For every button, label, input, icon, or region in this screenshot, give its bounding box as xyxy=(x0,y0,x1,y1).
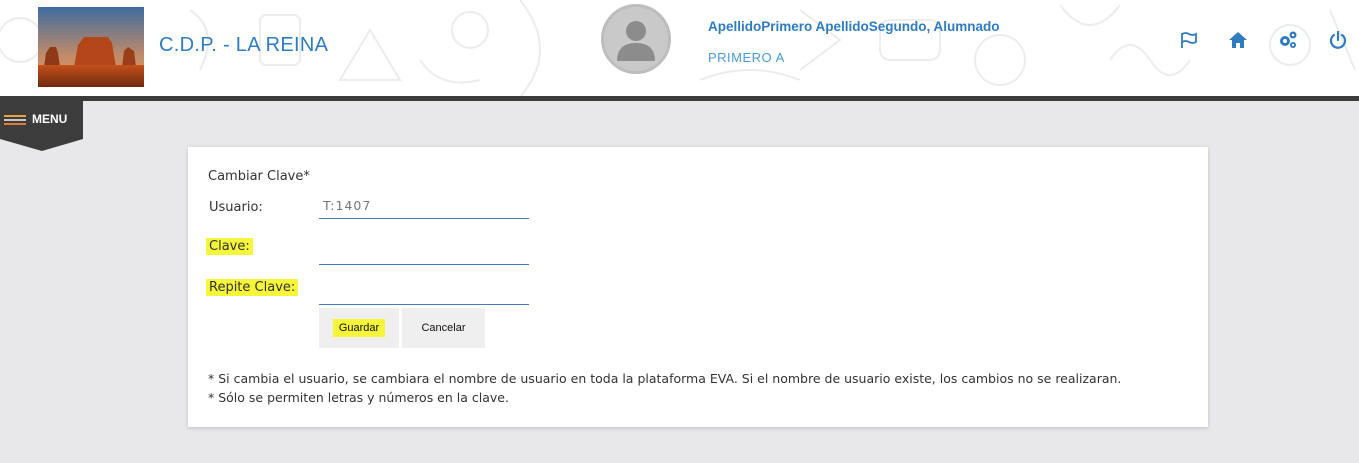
header-divider xyxy=(0,96,1359,101)
power-icon[interactable] xyxy=(1328,30,1348,50)
clave-field[interactable] xyxy=(319,239,529,265)
note-usuario: * Si cambia el usuario, se cambiara el n… xyxy=(208,371,1122,386)
cancel-button[interactable]: Cancelar xyxy=(402,308,485,348)
form-title: Cambiar Clave* xyxy=(208,169,310,184)
school-logo xyxy=(38,7,144,87)
user-group: PRIMERO A xyxy=(708,50,785,65)
header: C.D.P. - LA REINA ApellidoPrimero Apelli… xyxy=(0,0,1359,97)
flag-icon[interactable] xyxy=(1179,30,1199,50)
school-name[interactable]: C.D.P. - LA REINA xyxy=(159,34,328,57)
usuario-field[interactable] xyxy=(319,193,529,219)
usuario-label: Usuario: xyxy=(209,200,263,215)
home-icon[interactable] xyxy=(1228,30,1248,50)
note-clave: * Sólo se permiten letras y números en l… xyxy=(208,390,509,405)
user-avatar[interactable] xyxy=(601,4,671,74)
save-button[interactable]: Guardar xyxy=(319,308,399,348)
user-name: ApellidoPrimero ApellidoSegundo, Alumnad… xyxy=(708,19,1000,34)
save-button-label: Guardar xyxy=(332,319,386,337)
settings-icon[interactable] xyxy=(1278,30,1298,50)
change-password-card: Cambiar Clave* Usuario: Clave: Repite Cl… xyxy=(188,147,1208,427)
menu-label[interactable]: MENU xyxy=(32,112,67,126)
clave-label: Clave: xyxy=(206,238,253,255)
repite-clave-label: Repite Clave: xyxy=(206,279,299,296)
repite-clave-field[interactable] xyxy=(319,279,529,305)
menu-button[interactable] xyxy=(0,101,83,151)
